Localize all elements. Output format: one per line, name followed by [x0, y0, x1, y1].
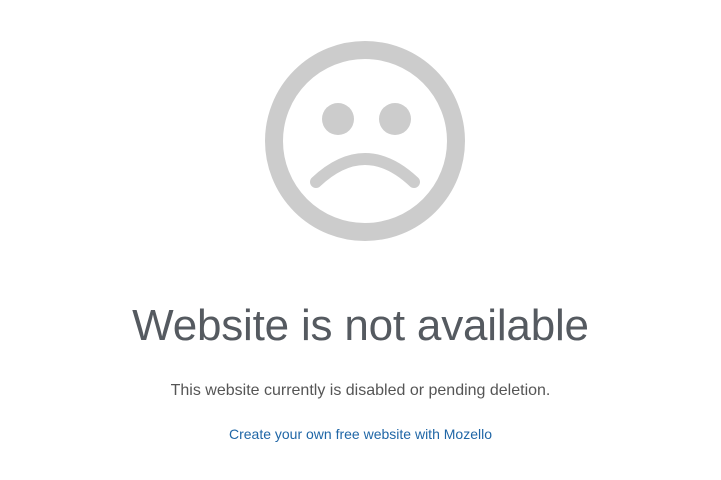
page-title: Website is not available	[132, 301, 589, 350]
status-message: This website currently is disabled or pe…	[170, 382, 551, 399]
create-website-link[interactable]: Create your own free website with Mozell…	[229, 426, 492, 442]
error-page: Website is not available This website cu…	[0, 0, 721, 480]
sad-face-icon	[264, 40, 466, 242]
create-website-link-container: Create your own free website with Mozell…	[0, 424, 721, 444]
